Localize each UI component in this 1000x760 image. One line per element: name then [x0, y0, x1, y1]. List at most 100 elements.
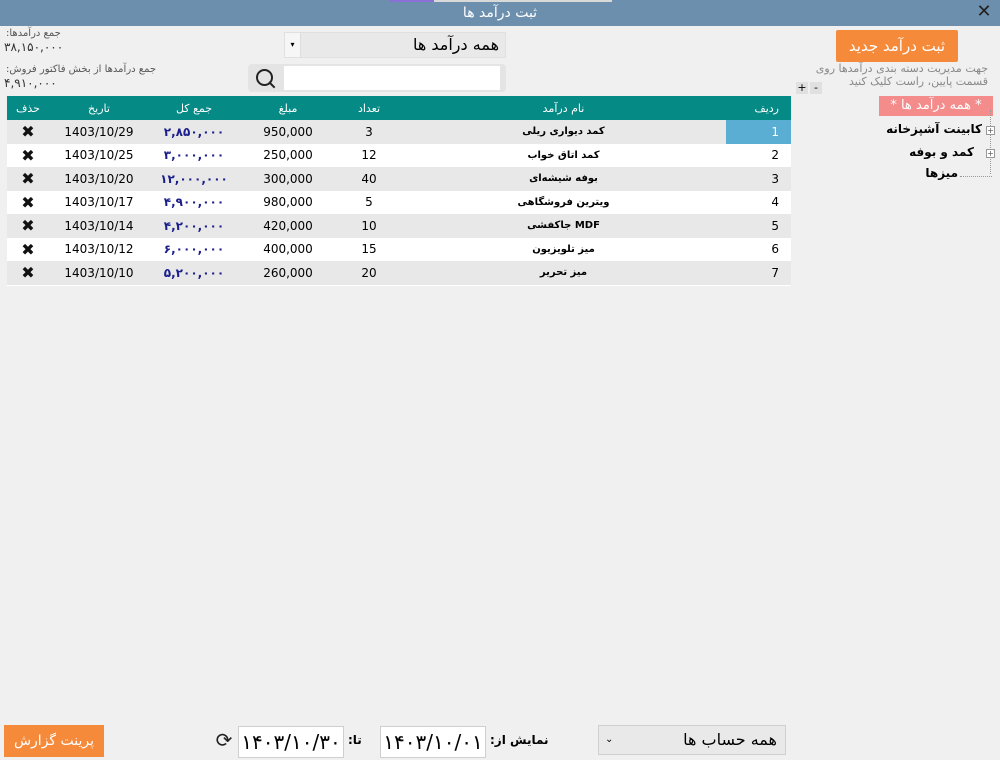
row-name: بوفه شیشه‌ای [529, 173, 598, 185]
row-qty: 12 [361, 148, 377, 163]
row-index: 6 [771, 242, 779, 257]
table-row[interactable]: ✖ 1403/10/17 ۴,۹۰۰,۰۰۰ 980,000 5 ویترین … [7, 190, 791, 215]
row-amount: 300,000 [263, 171, 313, 186]
row-date: 1403/10/29 [64, 124, 134, 139]
window-title: ثبت درآمد ها [462, 5, 538, 21]
row-index: 7 [771, 265, 779, 280]
table-row[interactable]: ✖ 1403/10/20 ۱۲,۰۰۰,۰۰۰ 300,000 40 بوفه … [7, 167, 791, 191]
row-qty: 10 [361, 218, 377, 233]
header-index[interactable]: ردیف [726, 96, 791, 120]
tree-connector [990, 110, 991, 174]
row-name: میز تحریر [539, 267, 588, 279]
tree-item-kitchen-cabinet[interactable]: کابینت آشپزخانه [886, 122, 982, 136]
table-row[interactable]: ✖ 1403/10/10 ۵,۲۰۰,۰۰۰ 260,000 20 میز تح… [7, 261, 791, 285]
row-total: ۴,۹۰۰,۰۰۰ [163, 195, 225, 210]
sales-income-label: جمع درآمدها از بخش فاکتور فروش: [6, 64, 157, 75]
row-name: کمد اتاق خواب [527, 149, 600, 161]
tree-connector [960, 176, 992, 177]
table-row[interactable]: ✖ 1403/10/14 ۴,۲۰۰,۰۰۰ 420,000 10 جاکفشی… [7, 214, 791, 238]
row-date: 1403/10/17 [64, 195, 134, 210]
row-total: ۲,۸۵۰,۰۰۰ [163, 124, 225, 139]
delete-icon[interactable]: ✖ [7, 144, 49, 168]
print-report-button[interactable]: پرینت گزارش [4, 725, 104, 757]
row-date: 1403/10/25 [64, 148, 134, 163]
new-income-button[interactable]: ثبت درآمد جدید [836, 30, 958, 62]
row-date: 1403/10/14 [64, 218, 134, 233]
search-input[interactable] [284, 66, 500, 90]
chevron-down-icon[interactable]: ▾ [285, 33, 301, 57]
row-amount: 420,000 [263, 218, 313, 233]
table-header: حذف تاریخ جمع کل مبلغ تعداد نام درآمد رد… [7, 96, 791, 120]
delete-icon[interactable]: ✖ [7, 120, 49, 144]
delete-icon[interactable]: ✖ [7, 214, 49, 238]
expand-all-button[interactable]: + [796, 82, 808, 94]
category-select[interactable]: ▾ همه درآمد ها [284, 32, 506, 58]
from-label: نمایش از: [490, 733, 549, 747]
row-name: جاکفشی MDF [527, 220, 600, 232]
header-delete[interactable]: حذف [7, 96, 49, 120]
main-window: ثبت درآمد ها ✕ جمع درآمدها: ۳۸,۱۵۰,۰۰۰ ج… [0, 0, 1000, 760]
from-date-field[interactable]: ۱۴۰۳/۱۰/۰۱ [380, 726, 486, 758]
tree-item-closet-buffet[interactable]: کمد و بوفه [909, 145, 974, 159]
category-select-value: همه درآمد ها [412, 35, 499, 54]
header-name[interactable]: نام درآمد [401, 96, 726, 120]
table-body: ✖ 1403/10/29 ۲,۸۵۰,۰۰۰ 950,000 3 کمد دیو… [7, 120, 791, 285]
delete-icon[interactable]: ✖ [7, 191, 49, 215]
row-name: ویترین فروشگاهی [517, 196, 610, 208]
row-index: 5 [771, 218, 779, 233]
row-amount: 250,000 [263, 148, 313, 163]
row-amount: 400,000 [263, 242, 313, 257]
table-row[interactable]: ✖ 1403/10/29 ۲,۸۵۰,۰۰۰ 950,000 3 کمد دیو… [7, 120, 791, 144]
close-icon[interactable]: ✕ [974, 2, 994, 22]
total-income-label: جمع درآمدها: [6, 28, 61, 39]
tree-item-all[interactable]: * همه درآمد ها * [879, 96, 993, 116]
chevron-down-icon[interactable]: ⌄ [605, 726, 613, 754]
delete-icon[interactable]: ✖ [7, 167, 49, 191]
delete-icon[interactable]: ✖ [7, 261, 49, 285]
row-name: میز تلویزیون [532, 243, 595, 255]
to-date-field[interactable]: ۱۴۰۳/۱۰/۳۰ [238, 726, 344, 758]
row-qty: 20 [361, 265, 377, 280]
search-icon[interactable] [254, 67, 278, 89]
row-date: 1403/10/12 [64, 242, 134, 257]
account-select-value: همه حساب ها [683, 730, 777, 749]
title-accent [390, 0, 434, 2]
header-amount[interactable]: مبلغ [239, 96, 337, 120]
row-total: ۵,۲۰۰,۰۰۰ [163, 265, 225, 280]
search-box [248, 64, 506, 92]
row-date: 1403/10/10 [64, 265, 134, 280]
row-total: ۶,۰۰۰,۰۰۰ [163, 242, 225, 257]
category-hint: جهت مدیریت دسته بندی درآمدها روی قسمت پا… [815, 62, 988, 88]
total-income-value: ۳۸,۱۵۰,۰۰۰ [4, 40, 64, 54]
expand-icon[interactable]: + [986, 149, 995, 158]
row-qty: 15 [361, 242, 377, 257]
row-amount: 950,000 [263, 124, 313, 139]
table-row[interactable]: ✖ 1403/10/25 ۳,۰۰۰,۰۰۰ 250,000 12 کمد ات… [7, 143, 791, 168]
income-table: حذف تاریخ جمع کل مبلغ تعداد نام درآمد رد… [7, 96, 791, 286]
tree-item-tables[interactable]: میزها [925, 166, 958, 180]
row-index: 2 [771, 148, 779, 163]
collapse-all-button[interactable]: - [810, 82, 822, 94]
sales-income-value: ۴,۹۱۰,۰۰۰ [4, 76, 57, 90]
row-qty: 5 [365, 195, 373, 210]
expand-icon[interactable]: + [986, 126, 995, 135]
row-index: 3 [771, 171, 779, 186]
row-qty: 40 [361, 171, 377, 186]
row-total: ۳,۰۰۰,۰۰۰ [163, 148, 225, 163]
header-total[interactable]: جمع کل [149, 96, 239, 120]
row-date: 1403/10/20 [64, 171, 134, 186]
header-qty[interactable]: تعداد [337, 96, 401, 120]
row-total: ۴,۲۰۰,۰۰۰ [163, 218, 225, 233]
title-bar: ثبت درآمد ها [0, 0, 1000, 26]
table-row[interactable]: ✖ 1403/10/12 ۶,۰۰۰,۰۰۰ 400,000 15 میز تل… [7, 237, 791, 262]
row-qty: 3 [365, 124, 373, 139]
row-amount: 980,000 [263, 195, 313, 210]
title-accent-light [434, 0, 612, 2]
delete-icon[interactable]: ✖ [7, 238, 49, 262]
row-total: ۱۲,۰۰۰,۰۰۰ [160, 171, 228, 186]
refresh-icon[interactable]: ⟳ [212, 728, 236, 752]
row-name: کمد دیواری ریلی [522, 126, 605, 138]
account-select[interactable]: ⌄ همه حساب ها [598, 725, 786, 755]
to-label: تا: [348, 733, 362, 747]
header-date[interactable]: تاریخ [49, 96, 149, 120]
